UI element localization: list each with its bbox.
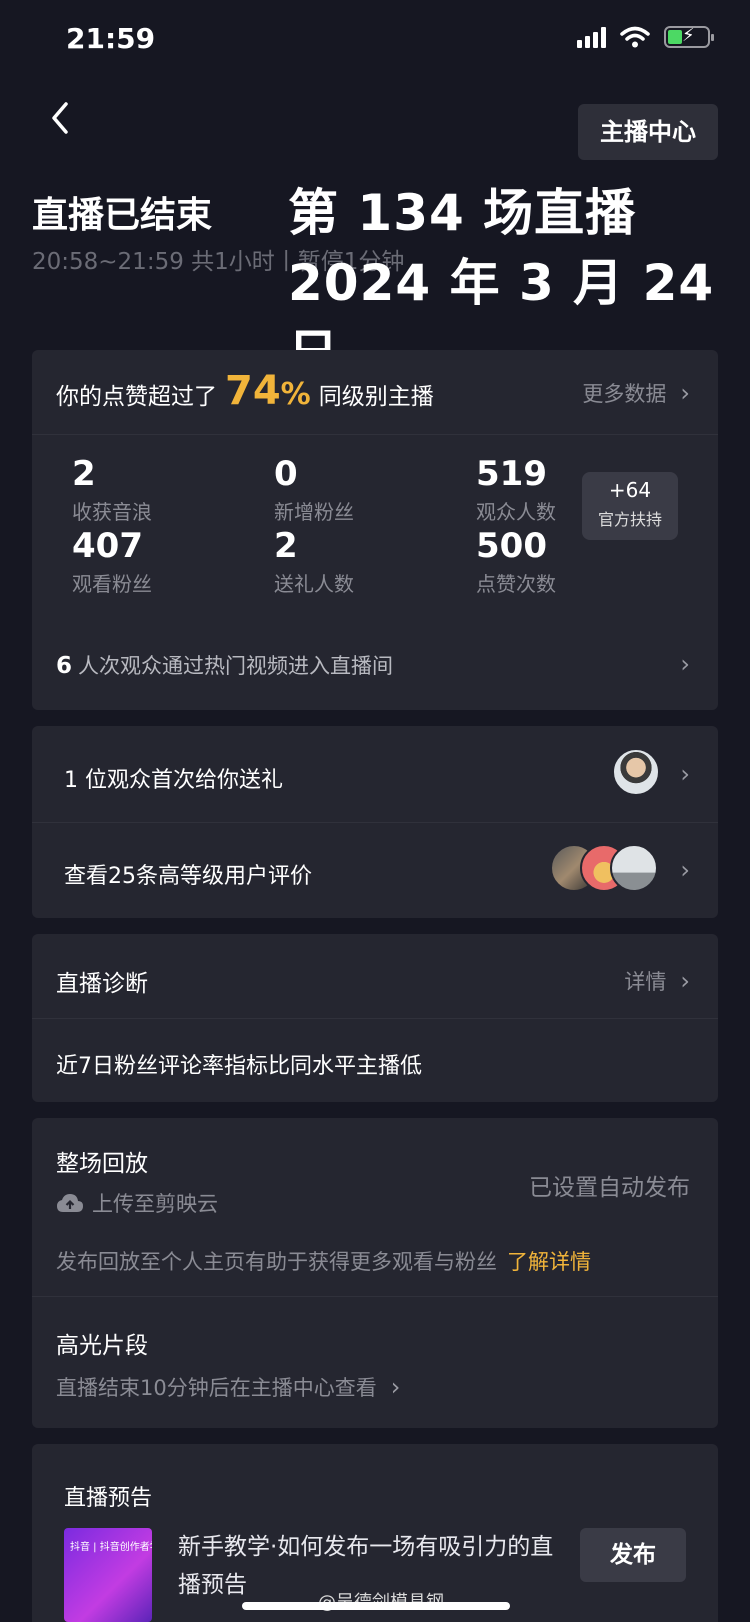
- clock: 21:59: [66, 22, 156, 55]
- reviewer-avatar: [610, 844, 658, 892]
- hot-video-entry-row[interactable]: 6 人次观众通过热门视频进入直播间: [56, 650, 393, 680]
- replay-title: 整场回放: [56, 1151, 148, 1177]
- stat-value: 407: [72, 526, 143, 566]
- highlight-hint-text: 直播结束10分钟后在主播中心查看: [56, 1376, 377, 1400]
- host-center-button[interactable]: 主播中心: [578, 104, 718, 160]
- first-gift-row[interactable]: 1 位观众首次给你送礼: [64, 762, 283, 794]
- publish-hint: 发布回放至个人主页有助于获得更多观看与粉丝 了解详情: [56, 1246, 591, 1276]
- support-label: 官方扶持: [597, 510, 662, 529]
- likes-suffix: 同级别主播: [318, 384, 434, 410]
- preview-title: 直播预告: [64, 1486, 153, 1511]
- learn-more-link[interactable]: 了解详情: [507, 1250, 591, 1274]
- official-support-badge: +64 官方扶持: [582, 472, 678, 540]
- publish-hint-text: 发布回放至个人主页有助于获得更多观看与粉丝: [56, 1250, 497, 1274]
- likes-percent: 74%: [225, 368, 311, 414]
- battery-icon: ⚡: [664, 25, 714, 48]
- cloud-upload-icon: [57, 1194, 83, 1212]
- stat-value: 2: [274, 526, 298, 566]
- divider: [32, 1296, 718, 1297]
- overlay-line-1: 第 134 场直播: [288, 184, 637, 242]
- stat-gifters: 2 送礼人数: [274, 526, 354, 597]
- chevron-right-icon: ›: [680, 379, 690, 407]
- weibo-watermark: @吴德剑模具钢: [318, 1588, 444, 1614]
- cellular-signal-icon: [577, 26, 606, 48]
- stat-value: 0: [274, 454, 298, 494]
- publish-button[interactable]: 发布: [580, 1528, 686, 1582]
- stat-likes: 500 点赞次数: [476, 526, 556, 597]
- chevron-right-icon: ›: [680, 967, 690, 995]
- detail-label: 详情: [624, 970, 667, 994]
- more-data-link[interactable]: 更多数据 ›: [582, 378, 690, 408]
- divider: [32, 1018, 718, 1019]
- thumbnail-caption: 抖音 | 抖音创作者学院: [70, 1542, 152, 1553]
- stat-fan-viewers: 407 观看粉丝: [72, 526, 152, 597]
- replay-card: 整场回放 上传至剪映云 已设置自动发布 发布回放至个人主页有助于获得更多观看与粉…: [32, 1118, 718, 1428]
- stat-label: 收获音浪: [72, 500, 152, 524]
- highlight-title: 高光片段: [56, 1333, 148, 1359]
- back-arrow-icon[interactable]: [44, 100, 80, 136]
- upload-label: 上传至剪映云: [92, 1192, 218, 1216]
- status-bar: 21:59 ⚡: [0, 0, 750, 84]
- stat-label: 点赞次数: [476, 572, 556, 596]
- home-indicator: [242, 1602, 510, 1610]
- hot-video-text: 人次观众通过热门视频进入直播间: [78, 654, 394, 678]
- support-value: +64: [608, 478, 652, 502]
- likes-compare: 你的点赞超过了 74% 同级别主播: [56, 368, 434, 414]
- auto-publish-status[interactable]: 已设置自动发布: [529, 1168, 690, 1202]
- diagnosis-card: 直播诊断 详情 › 近7日粉丝评论率指标比同水平主播低: [32, 934, 718, 1102]
- diagnosis-detail-link[interactable]: 详情 ›: [624, 966, 690, 996]
- likes-prefix: 你的点赞超过了: [56, 384, 217, 410]
- highlight-hint-link[interactable]: 直播结束10分钟后在主播中心查看 ›: [56, 1372, 400, 1402]
- chevron-right-icon: ›: [390, 1373, 401, 1401]
- stat-label: 观众人数: [476, 500, 556, 524]
- page-title: 直播已结束: [32, 195, 213, 236]
- stat-viewers: 519 观众人数: [476, 454, 556, 525]
- gifts-card: 1 位观众首次给你送礼 › 查看25条高等级用户评价 ›: [32, 726, 718, 918]
- preview-thumbnail[interactable]: 抖音 | 抖音创作者学院: [64, 1528, 152, 1622]
- status-icons: ⚡: [577, 25, 714, 48]
- chevron-right-icon: ›: [680, 856, 690, 884]
- gifter-avatar: [612, 748, 660, 796]
- stat-label: 观看粉丝: [72, 572, 152, 596]
- chevron-right-icon: ›: [680, 760, 690, 788]
- hot-video-count: 6: [56, 653, 73, 679]
- chevron-right-icon: ›: [680, 650, 690, 678]
- wifi-icon: [620, 26, 650, 48]
- divider: [32, 434, 718, 435]
- diagnosis-text: 近7日粉丝评论率指标比同水平主播低: [56, 1054, 422, 1079]
- more-data-label: 更多数据: [582, 382, 667, 406]
- stat-value: 2: [72, 454, 96, 494]
- diagnosis-title: 直播诊断: [56, 971, 148, 997]
- stats-card: 你的点赞超过了 74% 同级别主播 更多数据 › 2 收获音浪 0 新增粉丝 5…: [32, 350, 718, 710]
- stat-new-fans: 0 新增粉丝: [274, 454, 354, 525]
- stat-value: 500: [476, 526, 547, 566]
- reviews-row[interactable]: 查看25条高等级用户评价: [64, 858, 312, 890]
- stat-label: 送礼人数: [274, 572, 354, 596]
- upload-cloud-row[interactable]: 上传至剪映云: [56, 1188, 218, 1218]
- divider: [32, 822, 718, 823]
- stat-label: 新增粉丝: [274, 500, 354, 524]
- stat-value: 519: [476, 454, 547, 494]
- stat-sound-waves: 2 收获音浪: [72, 454, 152, 525]
